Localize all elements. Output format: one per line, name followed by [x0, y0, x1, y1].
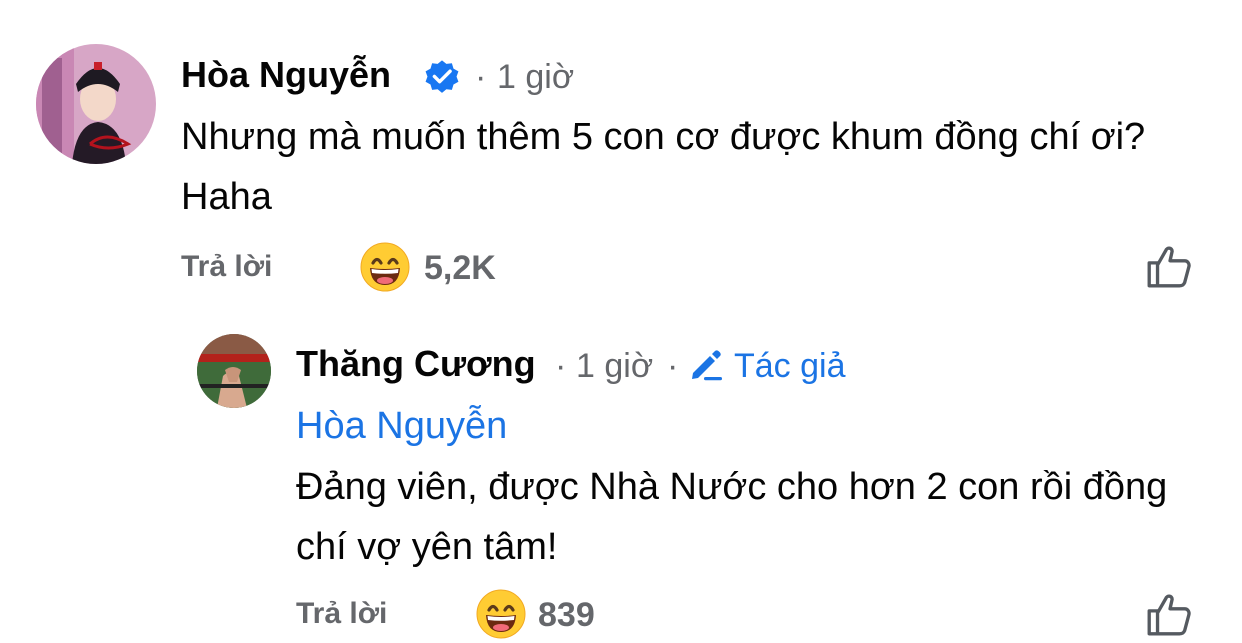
reply-button[interactable]: Trả lời — [296, 597, 387, 631]
time-separator: · — [555, 347, 567, 385]
avatar[interactable] — [36, 44, 156, 164]
reply-text: Đảng viên, được Nhà Nước cho hơn 2 con r… — [296, 466, 1168, 568]
like-button[interactable] — [1144, 241, 1194, 291]
comment: Hòa Nguyễn · 1 giờ Nhưng mà muốn thêm 5 … — [0, 0, 1242, 300]
comment-time[interactable]: 1 giờ — [497, 58, 574, 97]
author-tag-separator: · — [667, 347, 679, 385]
reaction-summary[interactable]: 5,2K — [360, 242, 520, 292]
reply-button[interactable]: Trả lời — [181, 250, 272, 284]
thumbs-up-icon — [1144, 241, 1194, 291]
comment-author[interactable]: Hòa Nguyễn — [181, 54, 391, 96]
pencil-icon — [688, 347, 724, 383]
reaction-count: 839 — [538, 596, 595, 634]
grinning-face-emoji-icon — [360, 242, 410, 292]
reaction-count: 5,2K — [424, 249, 496, 287]
thumbs-up-icon — [1144, 589, 1194, 639]
reply-avatar[interactable] — [197, 334, 271, 408]
like-button[interactable] — [1144, 589, 1194, 639]
reply-time[interactable]: 1 giờ — [576, 347, 653, 386]
reply-author[interactable]: Thăng Cương — [296, 343, 536, 385]
comment-text: Nhưng mà muốn thêm 5 con cơ được khum đồ… — [181, 116, 1146, 218]
time-separator: · — [475, 58, 487, 96]
verified-badge-icon — [423, 57, 461, 95]
author-tag: Tác giả — [734, 347, 846, 385]
grinning-face-emoji-icon — [476, 589, 526, 639]
profile-photo — [36, 44, 156, 164]
profile-photo — [197, 334, 271, 408]
reaction-summary[interactable]: 839 — [476, 589, 636, 639]
reply-comment: Thăng Cương · 1 giờ · Tác giả Hòa Nguyễn… — [0, 300, 1242, 643]
mention-link[interactable]: Hòa Nguyễn — [296, 405, 507, 448]
